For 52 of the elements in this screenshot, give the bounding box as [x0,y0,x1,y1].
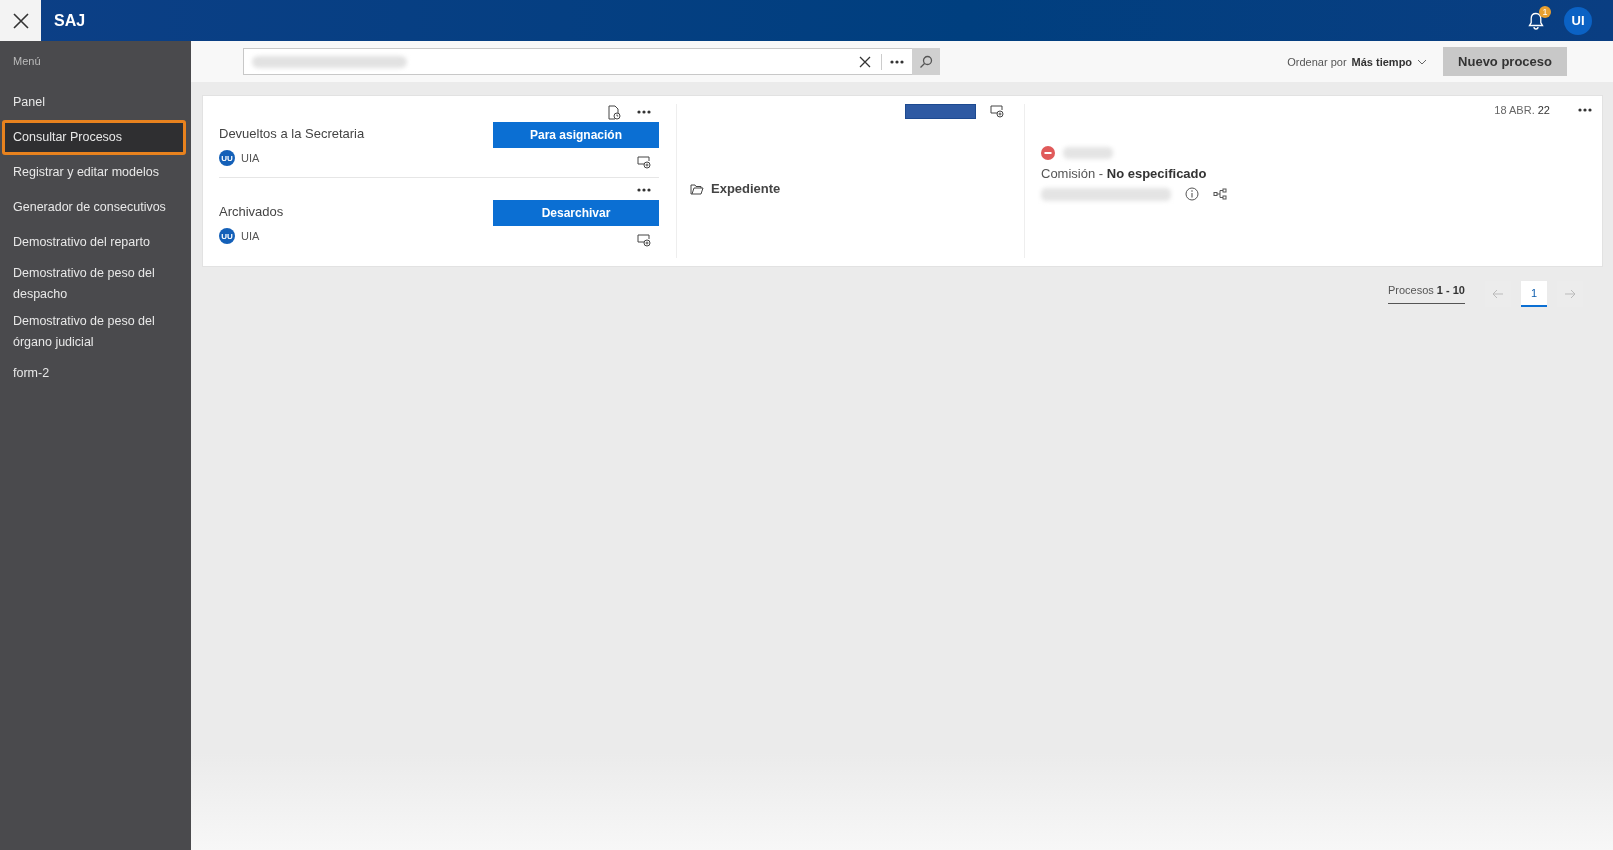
clear-icon[interactable] [859,55,871,68]
hierarchy-icon[interactable] [1213,188,1227,200]
blocked-icon [1041,146,1055,160]
date-label: 18 ABR. 22 [1494,104,1550,116]
more-icon[interactable] [1578,108,1592,112]
info-icon[interactable] [1185,187,1199,201]
menu-item[interactable]: Demostrativo del reparto [0,225,186,260]
chevron-down-icon[interactable] [1417,58,1428,65]
menu-item[interactable]: Generador de consecutivos [0,190,186,225]
more-icon[interactable] [637,188,651,192]
menu-item[interactable]: Registrar y editar modelos [0,155,186,190]
bell-icon [1528,11,1544,30]
sort-value[interactable]: Más tiempo [1351,55,1413,68]
sort-label: Ordenar por [1287,55,1347,68]
group-title: Archivados [219,204,285,219]
menu-item[interactable]: Consultar Procesos [2,120,186,155]
status-bar-block [905,104,976,119]
app-name: SAJ [54,11,87,30]
screen-add-icon[interactable] [990,105,1004,118]
screen-add-icon[interactable] [637,234,651,247]
commission-text: Comisión - No especificado [1041,166,1208,181]
document-clock-icon[interactable] [608,104,621,120]
arrow-left-icon [1492,289,1504,299]
search-icon [919,54,933,69]
menu-item[interactable]: form-2 [0,356,186,391]
owner-label: UIA [241,230,260,242]
folder-icon [690,182,704,195]
menu-item[interactable]: Panel [0,85,186,120]
search-field[interactable] [243,48,940,75]
screen-add-icon[interactable] [637,156,651,169]
search-button[interactable] [912,48,940,75]
blurred-text [1063,147,1113,159]
arrow-right-icon [1564,289,1576,299]
more-icon[interactable] [637,110,651,114]
new-process-button[interactable]: Nuevo proceso [1443,47,1567,76]
page-button[interactable]: 1 [1521,281,1547,307]
user-avatar[interactable]: UI [1564,6,1592,35]
close-icon[interactable] [11,11,30,30]
user-badge: UU [219,150,235,166]
owner-label: UIA [241,152,260,164]
action-button[interactable]: Para asignación [493,122,659,148]
folder-label[interactable]: Expediente [711,181,781,196]
menu-item[interactable]: Demostrativo de peso del despacho [0,260,186,308]
notification-count: 1 [1539,5,1551,18]
menu-item[interactable]: Demostrativo de peso del órgano judicial [0,308,186,356]
action-button[interactable]: Desarchivar [493,200,659,226]
more-icon [890,59,904,64]
menu-title: Menú [13,55,42,67]
close-button[interactable] [0,0,41,41]
results-range: Procesos 1 - 10 [1387,284,1465,304]
user-badge: UU [219,228,235,244]
group-title: Devueltos a la Secretaria [219,126,366,141]
